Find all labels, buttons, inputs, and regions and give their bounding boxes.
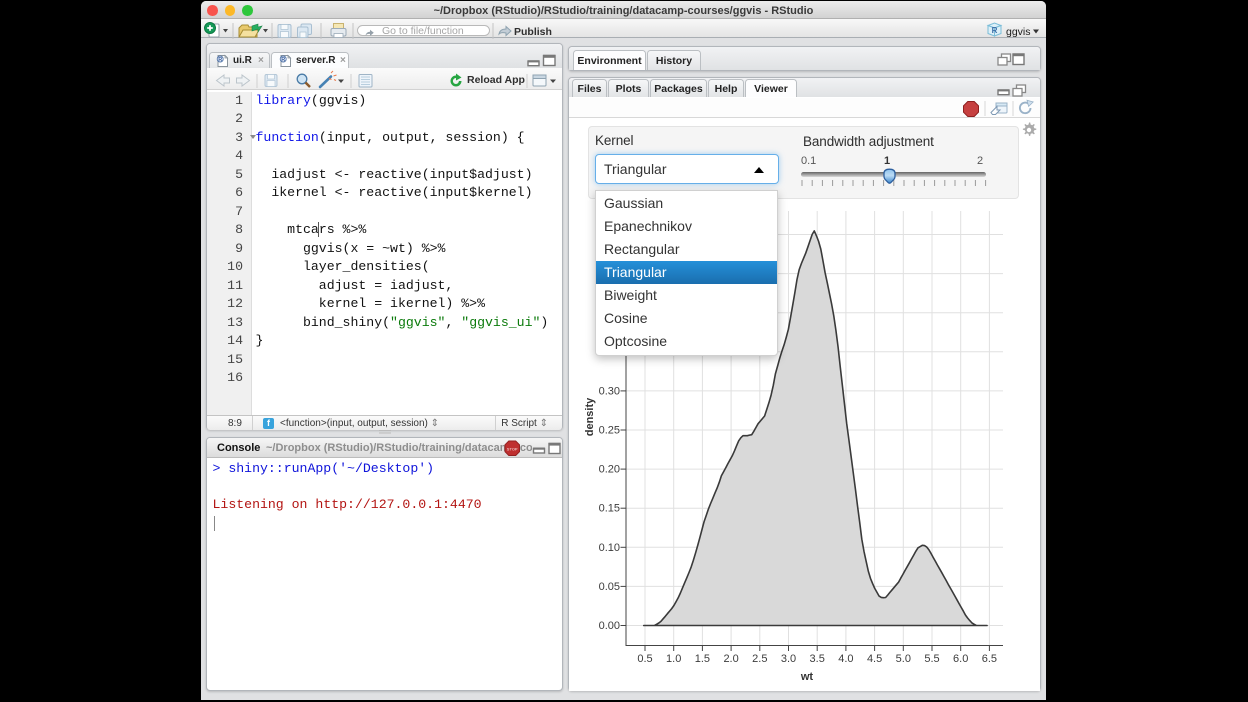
svg-text:0.15: 0.15 [599, 503, 620, 515]
svg-text:0.10: 0.10 [599, 542, 620, 554]
svg-text:density: density [584, 397, 596, 436]
svg-text:2.5: 2.5 [752, 653, 767, 665]
svg-text:2.0: 2.0 [723, 653, 738, 665]
svg-text:0.20: 0.20 [599, 464, 620, 476]
svg-text:0.05: 0.05 [599, 581, 620, 593]
svg-text:1.5: 1.5 [695, 653, 710, 665]
svg-text:R: R [281, 57, 285, 63]
svg-text:4.5: 4.5 [867, 653, 882, 665]
svg-text:0.30: 0.30 [599, 385, 620, 397]
svg-text:1.0: 1.0 [666, 653, 681, 665]
svg-text:0.5: 0.5 [637, 653, 652, 665]
svg-text:6.5: 6.5 [982, 653, 997, 665]
svg-text:3.0: 3.0 [781, 653, 796, 665]
svg-text:R: R [992, 26, 998, 35]
svg-text:6.0: 6.0 [953, 653, 968, 665]
svg-text:STOP: STOP [507, 447, 518, 452]
svg-text:R: R [218, 57, 222, 63]
svg-text:3.5: 3.5 [810, 653, 825, 665]
svg-text:0.25: 0.25 [599, 425, 620, 437]
svg-text:wt: wt [800, 671, 814, 683]
svg-text:4.0: 4.0 [838, 653, 853, 665]
svg-text:5.0: 5.0 [896, 653, 911, 665]
svg-text:5.5: 5.5 [924, 653, 939, 665]
svg-text:0.00: 0.00 [599, 620, 620, 632]
